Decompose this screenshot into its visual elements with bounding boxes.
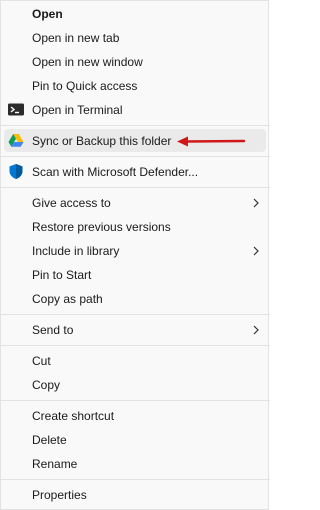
defender-shield-icon [7, 163, 25, 180]
context-menu: Open Open in new tab Open in new window … [0, 0, 270, 510]
menu-item-open-terminal-label: Open in Terminal [32, 102, 123, 117]
menu-item-rename[interactable]: Rename [4, 452, 266, 475]
menu-item-open-new-window-label: Open in new window [32, 54, 143, 69]
menu-item-open-new-window[interactable]: Open in new window [4, 50, 266, 73]
menu-separator [1, 156, 270, 157]
google-drive-icon [7, 132, 25, 149]
menu-item-pin-quick-access[interactable]: Pin to Quick access [4, 74, 266, 97]
menu-item-copy-path-label: Copy as path [32, 291, 103, 306]
chevron-right-icon [253, 325, 259, 334]
menu-separator [1, 125, 270, 126]
menu-item-open-terminal[interactable]: Open in Terminal [4, 98, 266, 121]
menu-item-restore-versions-label: Restore previous versions [32, 219, 171, 234]
menu-item-sync-backup-label: Sync or Backup this folder [32, 133, 172, 148]
menu-item-copy[interactable]: Copy [4, 373, 266, 396]
menu-item-send-to-label: Send to [32, 322, 74, 337]
menu-item-send-to[interactable]: Send to [4, 318, 266, 341]
menu-item-restore-versions[interactable]: Restore previous versions [4, 215, 266, 238]
menu-item-give-access-label: Give access to [32, 195, 111, 210]
red-arrow-icon [177, 136, 246, 147]
menu-item-copy-label: Copy [32, 377, 61, 392]
menu-item-properties[interactable]: Properties [4, 483, 266, 506]
menu-item-open[interactable]: Open [4, 2, 266, 25]
menu-item-scan-defender[interactable]: Scan with Microsoft Defender... [4, 160, 266, 183]
menu-separator [1, 187, 270, 188]
chevron-right-icon [253, 246, 259, 255]
menu-item-delete[interactable]: Delete [4, 428, 266, 451]
menu-item-pin-start-label: Pin to Start [32, 267, 92, 282]
menu-item-properties-label: Properties [32, 487, 87, 502]
menu-item-give-access[interactable]: Give access to [4, 191, 266, 214]
menu-item-include-library[interactable]: Include in library [4, 239, 266, 262]
menu-item-copy-path[interactable]: Copy as path [4, 287, 266, 310]
chevron-right-icon [253, 198, 259, 207]
menu-item-create-shortcut-label: Create shortcut [32, 408, 115, 423]
menu-item-open-new-tab[interactable]: Open in new tab [4, 26, 266, 49]
menu-item-open-label: Open [32, 6, 63, 21]
menu-separator [1, 479, 270, 480]
menu-item-cut-label: Cut [32, 353, 51, 368]
menu-item-scan-defender-label: Scan with Microsoft Defender... [32, 164, 199, 179]
menu-separator [1, 345, 270, 346]
menu-item-rename-label: Rename [32, 456, 78, 471]
menu-item-pin-start[interactable]: Pin to Start [4, 263, 266, 286]
menu-item-pin-quick-access-label: Pin to Quick access [32, 78, 138, 93]
menu-item-create-shortcut[interactable]: Create shortcut [4, 404, 266, 427]
menu-item-cut[interactable]: Cut [4, 349, 266, 372]
menu-separator [1, 400, 270, 401]
menu-item-include-library-label: Include in library [32, 243, 120, 258]
menu-item-delete-label: Delete [32, 432, 67, 447]
menu-item-open-new-tab-label: Open in new tab [32, 30, 120, 45]
terminal-icon [7, 101, 25, 118]
menu-separator [1, 314, 270, 315]
